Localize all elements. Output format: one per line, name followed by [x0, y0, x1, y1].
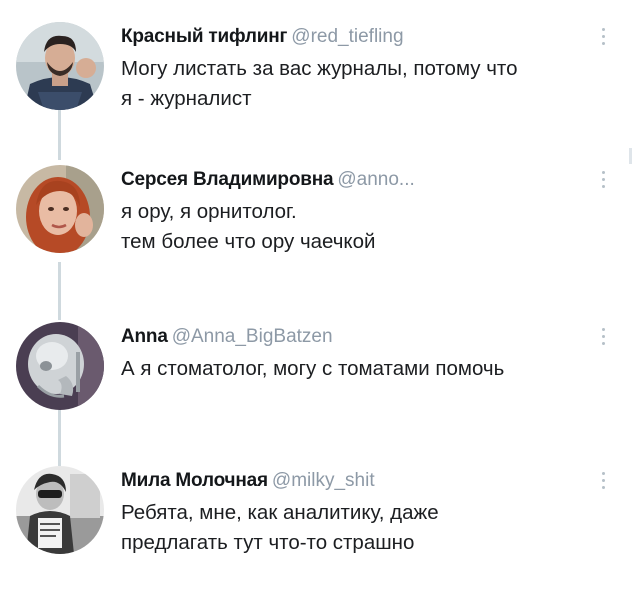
- tweet-text: А я стоматолог, могу с томатами помочь: [121, 354, 595, 384]
- more-options-icon[interactable]: [601, 328, 607, 349]
- tweet-content: Мила Молочная @milky_shit Ребята, мне, ка…: [121, 468, 595, 558]
- tweet-header: Красный тифлинг @red_tiefling: [121, 24, 595, 50]
- thread-connector-line: [58, 406, 61, 466]
- tweet-text: я ору, я орнитолог. тем более что ору ча…: [121, 197, 595, 257]
- tweet-text: Ребята, мне, как аналитику, даже предлаг…: [121, 498, 595, 558]
- tweet-text-line: Ребята, мне, как аналитику, даже: [121, 501, 439, 524]
- display-name[interactable]: Серсея Владимировна: [121, 169, 334, 190]
- username-handle[interactable]: @Anna_BigBatzen: [172, 326, 333, 347]
- scrollbar-thumb[interactable]: [629, 148, 632, 164]
- tweet-text-line: тем более что ору чаечкой: [121, 230, 376, 253]
- tweet-content: Anna @Anna_BigBatzen А я стоматолог, могу…: [121, 324, 595, 384]
- display-name[interactable]: Красный тифлинг: [121, 26, 287, 47]
- tweet-text-line: я - журналист: [121, 87, 252, 110]
- reply-thread: Красный тифлинг @red_tiefling Могу листат…: [0, 0, 635, 600]
- display-name[interactable]: Мила Молочная: [121, 470, 268, 491]
- tweet-header: Мила Молочная @milky_shit: [121, 468, 595, 494]
- tweet-text-line: Могу листать за вас журналы, потому что: [121, 57, 518, 80]
- avatar[interactable]: [16, 322, 104, 410]
- thread-connector-line: [58, 262, 61, 320]
- avatar[interactable]: [16, 466, 104, 554]
- thread-connector-line: [58, 110, 61, 160]
- tweet-content: Красный тифлинг @red_tiefling Могу листат…: [121, 24, 595, 114]
- tweet-text-line: я ору, я орнитолог.: [121, 200, 297, 223]
- tweet-header: Anna @Anna_BigBatzen: [121, 324, 595, 350]
- tweet-text-line: А я стоматолог, могу с томатами помочь: [121, 357, 505, 380]
- more-options-icon[interactable]: [601, 472, 607, 493]
- tweet-text: Могу листать за вас журналы, потому что …: [121, 54, 595, 114]
- username-handle[interactable]: @red_tiefling: [291, 26, 403, 47]
- username-handle[interactable]: @milky_shit: [272, 470, 375, 491]
- tweet-header: Серсея Владимировна @anno...: [121, 167, 595, 193]
- more-options-icon[interactable]: [601, 28, 607, 49]
- avatar[interactable]: [16, 165, 104, 253]
- username-handle[interactable]: @anno...: [337, 169, 414, 190]
- avatar[interactable]: [16, 22, 104, 110]
- display-name[interactable]: Anna: [121, 326, 168, 347]
- tweet-text-line: предлагать тут что-то страшно: [121, 531, 415, 554]
- tweet-content: Серсея Владимировна @anno... я ору, я орн…: [121, 167, 595, 257]
- more-options-icon[interactable]: [601, 171, 607, 192]
